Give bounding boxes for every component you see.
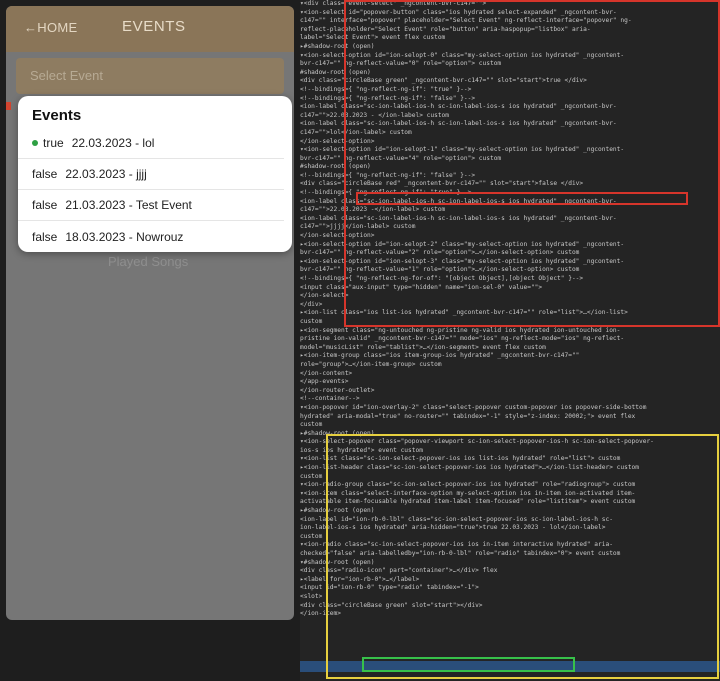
option-label: 22.03.2023 - lol — [71, 136, 155, 150]
dom-tree-line[interactable]: ▾<ion-popover id="ion-overlay-2" class="… — [300, 404, 720, 413]
yellow-annotation-box — [326, 434, 719, 679]
event-option[interactable]: false 21.03.2023 - Test Event — [18, 190, 284, 221]
red-annotation-box — [344, 0, 720, 327]
red-marker — [6, 102, 11, 110]
dom-tree-line[interactable]: </ion-router-outlet> — [300, 387, 720, 396]
event-option[interactable]: false 22.03.2023 - jjjj — [18, 159, 284, 190]
dom-tree-line[interactable]: ▸<ion-segment class="ng-untouched ng-pri… — [300, 327, 720, 336]
event-select[interactable]: Select Event — [16, 58, 284, 94]
dom-tree-line[interactable]: pristine ion-valid" _ngcontent-bvr-c147=… — [300, 335, 720, 344]
event-option[interactable]: false 18.03.2023 - Nowrouz — [18, 221, 284, 252]
green-annotation-box — [362, 657, 575, 672]
dom-tree-line[interactable]: ▸<ion-item-group class="ios item-group-i… — [300, 352, 720, 361]
dom-tree-line[interactable]: custom — [300, 421, 720, 430]
home-back-button[interactable]: ←HOME — [24, 20, 78, 35]
app-screen: ←HOME EVENTS Select Event Played Songs E… — [6, 6, 294, 620]
played-songs-label: Played Songs — [108, 254, 189, 269]
devtools-elements-panel: ▾<div class="event-select" _ngcontent-bv… — [300, 0, 720, 681]
app-toolbar: ←HOME EVENTS — [6, 6, 294, 52]
events-popover: Events true 22.03.2023 - lol false 22.03… — [18, 96, 292, 252]
dom-tree-line[interactable]: role="group">…</ion-item-group> custom — [300, 361, 720, 370]
page-title: EVENTS — [122, 18, 186, 35]
dom-tree-line[interactable]: hydrated" aria-modal="true" no-router=""… — [300, 413, 720, 422]
option-label: 18.03.2023 - Nowrouz — [65, 229, 184, 244]
event-option[interactable]: true 22.03.2023 - lol — [18, 128, 284, 159]
green-dot-icon — [32, 140, 38, 146]
dom-tree-line[interactable]: model="musicList" role="tablist">…</ion-… — [300, 344, 720, 353]
option-value: false — [32, 167, 58, 181]
dom-tree-line[interactable]: </ion-content> — [300, 370, 720, 379]
popover-header: Events — [32, 107, 82, 124]
dom-tree-line[interactable]: <!--container--> — [300, 395, 720, 404]
option-value: true — [43, 136, 64, 150]
red-annotation-line-box — [356, 192, 688, 205]
dom-tree-line[interactable]: </app-events> — [300, 378, 720, 387]
option-value: false — [32, 198, 58, 212]
option-label: 21.03.2023 - Test Event — [65, 198, 192, 212]
option-value: false — [32, 229, 58, 244]
option-label: 22.03.2023 - jjjj — [65, 167, 147, 181]
